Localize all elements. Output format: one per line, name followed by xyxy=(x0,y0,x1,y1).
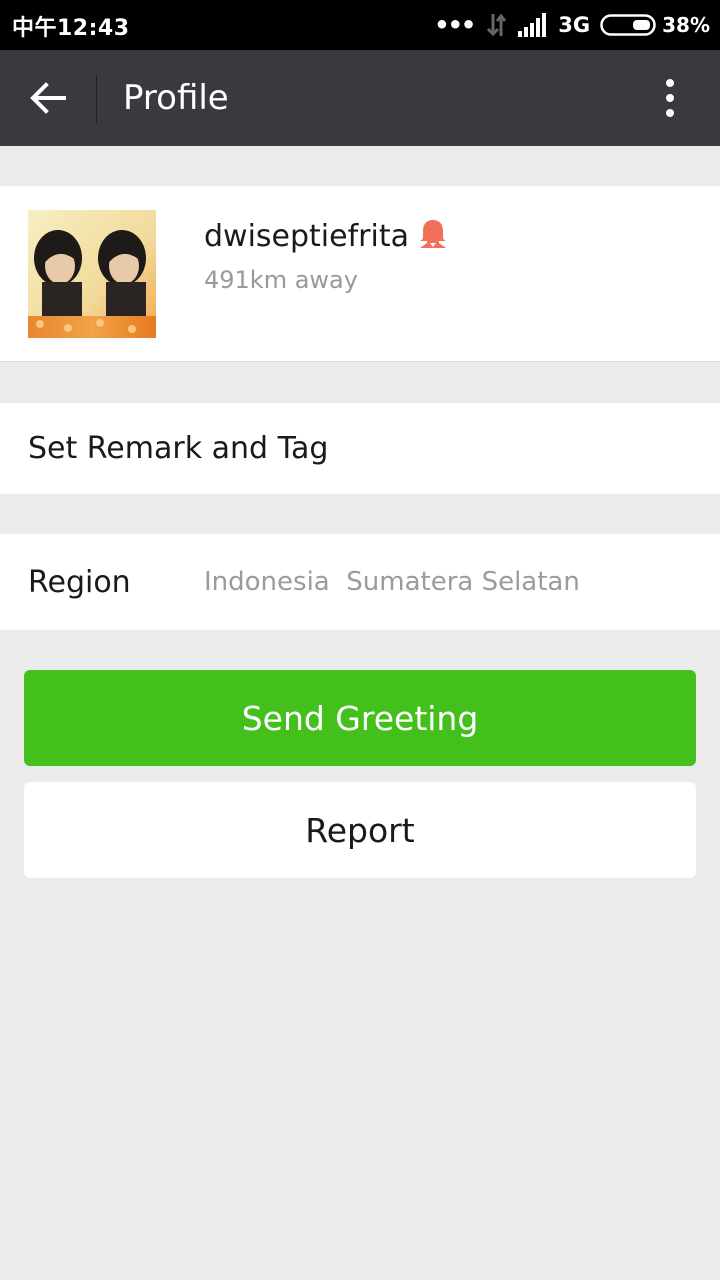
female-icon xyxy=(420,220,446,248)
status-bar: 中午12:43 ••• 3G 38% xyxy=(0,0,720,50)
avatar[interactable] xyxy=(28,210,156,338)
more-vertical-icon xyxy=(666,79,674,117)
avatar-image xyxy=(28,210,156,338)
status-time: 中午12:43 xyxy=(12,16,130,41)
region-row: Region Indonesia Sumatera Selatan xyxy=(0,534,720,630)
send-greeting-button[interactable]: Send Greeting xyxy=(24,670,696,766)
battery-percent: 38% xyxy=(662,13,710,37)
notification-dots-icon: ••• xyxy=(434,11,476,39)
set-remark-row[interactable]: Set Remark and Tag xyxy=(0,403,720,494)
set-remark-label: Set Remark and Tag xyxy=(28,431,329,466)
region-label: Region xyxy=(28,565,131,600)
toolbar-divider xyxy=(96,75,97,123)
status-icons: ••• 3G 38% xyxy=(434,9,710,41)
signal-icon xyxy=(518,13,547,37)
battery-icon xyxy=(600,14,656,36)
more-options-button[interactable] xyxy=(650,74,690,122)
username: dwiseptiefrita xyxy=(204,219,409,254)
network-type: 3G xyxy=(558,13,591,37)
profile-card: dwiseptiefrita 491km away xyxy=(0,186,720,362)
data-transfer-icon xyxy=(487,13,507,37)
report-button[interactable]: Report xyxy=(24,782,696,878)
page-title: Profile xyxy=(123,78,229,118)
toolbar: Profile xyxy=(0,50,720,146)
distance-text: 491km away xyxy=(204,266,358,294)
region-value: Indonesia Sumatera Selatan xyxy=(204,567,580,597)
back-button[interactable] xyxy=(18,72,78,124)
arrow-left-icon xyxy=(30,82,66,114)
